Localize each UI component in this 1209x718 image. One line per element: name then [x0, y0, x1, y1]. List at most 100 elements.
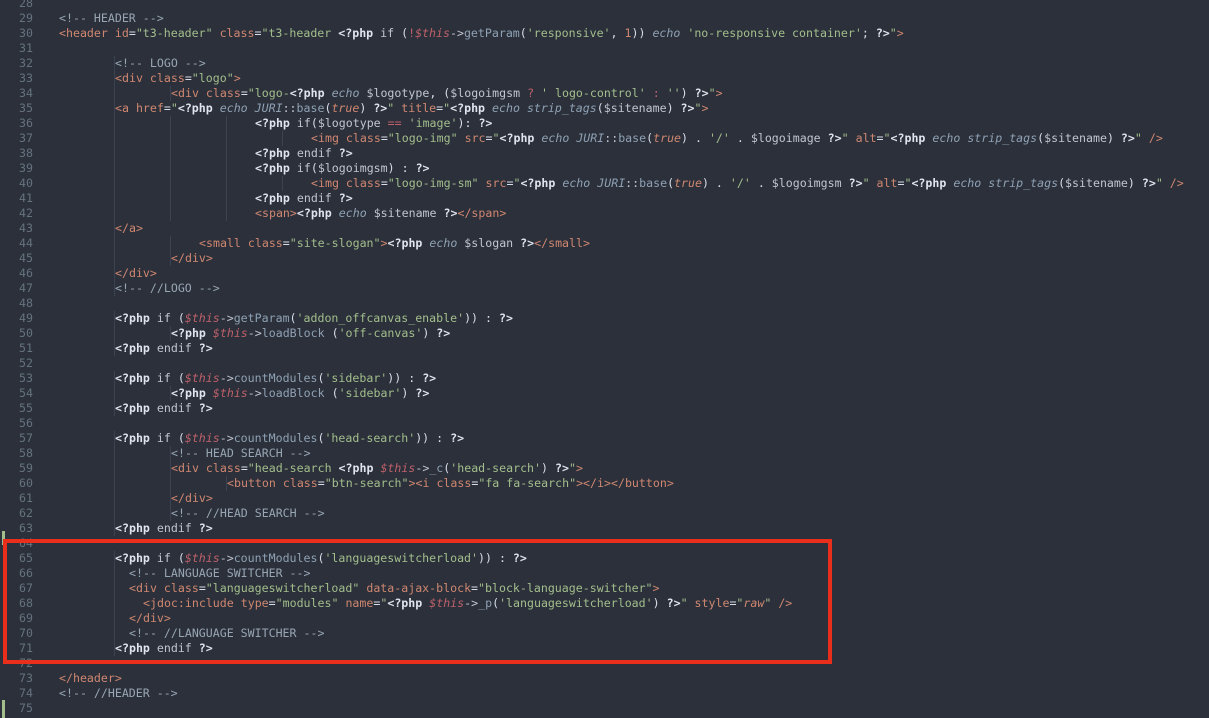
code-token: ?> [554, 461, 569, 475]
code-token: > [380, 236, 388, 250]
code-line[interactable]: 67 <div class="languageswitcherload" data… [0, 581, 1209, 596]
code-token: JURI [576, 131, 605, 145]
code-text: <?php if ($this->getParam('addon_offcanv… [115, 311, 513, 326]
code-line[interactable]: 65 <?php if ($this->countModules('languag… [0, 551, 1209, 566]
code-line[interactable]: 73 </header> [0, 671, 1209, 686]
code-line[interactable]: 54 <?php $this->loadBlock ('sidebar') ?> [0, 386, 1209, 401]
code-line[interactable]: 38 <?php endif ?> [0, 146, 1209, 161]
code-token: title [401, 101, 437, 115]
code-token: > [701, 101, 709, 115]
code-line[interactable]: 60 <button class="btn-search"><i class="f… [0, 476, 1209, 491]
code-text: </header> [59, 671, 122, 686]
line-number: 61 [19, 491, 33, 505]
code-line[interactable]: 53 <?php if ($this->countModules('sidebar… [0, 371, 1209, 386]
code-line[interactable]: 70 <!-- //LANGUAGE SWITCHER --> [0, 626, 1209, 641]
code-token: base [639, 176, 668, 190]
code-token: </a> [115, 221, 143, 235]
line-number: 60 [19, 476, 33, 490]
indent-guide [114, 71, 115, 86]
code-token: <!-- //HEADER --> [59, 686, 178, 700]
code-line[interactable]: 34 <div class="logo-<?php echo $logotype,… [0, 86, 1209, 101]
code-line[interactable]: 29 <!-- HEADER --> [0, 11, 1209, 26]
code-token: endif [156, 341, 192, 355]
code-line[interactable]: 40 <img class="logo-img-sm" src="<?php ec… [0, 176, 1209, 191]
code-line[interactable]: 63 <?php endif ?> [0, 521, 1209, 536]
code-line[interactable]: 71 <?php endif ?> [0, 641, 1209, 656]
code-token: ?> [498, 311, 513, 325]
code-token: 'no-responsive container' [687, 26, 862, 40]
code-token: </div> [171, 491, 213, 505]
code-token: ?> [450, 431, 465, 445]
code-line[interactable]: 69 </div> [0, 611, 1209, 626]
code-token: ?> [443, 206, 458, 220]
indent-guide [114, 146, 115, 161]
code-line[interactable]: 47 <!-- //LOGO --> [0, 281, 1209, 296]
code-line[interactable]: 41 <?php endif ?> [0, 191, 1209, 206]
code-line[interactable]: 72 [0, 656, 1209, 671]
code-line[interactable]: 50 <?php $this->loadBlock ('off-canvas') … [0, 326, 1209, 341]
code-line[interactable]: 57 <?php if ($this->countModules('head-se… [0, 431, 1209, 446]
indent-guide [114, 371, 115, 386]
code-token: ?> [478, 116, 493, 130]
code-line[interactable]: 39 <?php if($logoimgsm) : ?> [0, 161, 1209, 176]
code-line[interactable]: 56 [0, 416, 1209, 431]
code-line[interactable]: 46 </div> [0, 266, 1209, 281]
indent-guide [114, 626, 115, 641]
code-token: " [889, 26, 897, 40]
code-line[interactable]: 55 <?php endif ?> [0, 401, 1209, 416]
code-token: <jdoc:include [143, 596, 234, 610]
code-token: 'responsive' [526, 26, 611, 40]
code-line[interactable]: 49 <?php if ($this->getParam('addon_offca… [0, 311, 1209, 326]
code-line[interactable]: 62 <!-- //HEAD SEARCH --> [0, 506, 1209, 521]
code-token: echo [429, 236, 458, 250]
code-line[interactable]: 74 <!-- //HEADER --> [0, 686, 1209, 701]
code-token: -> [219, 311, 234, 325]
indent-guide [226, 131, 227, 146]
code-token: class [345, 176, 381, 190]
code-line[interactable]: 35 <a href="<?php echo JURI::base(true) ?… [0, 101, 1209, 116]
code-token: ) [1127, 176, 1142, 190]
code-token: $logoimgsm [317, 161, 388, 175]
code-line[interactable]: 37 <img class="logo-img" src="<?php echo … [0, 131, 1209, 146]
code-token: $logoimgsm [450, 86, 521, 100]
code-editor[interactable]: 28 29 <!-- HEADER --> 30 <header id="t3-head… [0, 0, 1209, 718]
code-token: JURI [254, 101, 283, 115]
code-token: ) : [387, 161, 416, 175]
code-token: . [729, 131, 751, 145]
code-token: getParam [463, 26, 520, 40]
code-line[interactable]: 48 [0, 296, 1209, 311]
code-line[interactable]: 31 [0, 41, 1209, 56]
code-line[interactable]: 51 <?php endif ?> [0, 341, 1209, 356]
code-line[interactable]: 28 [0, 0, 1209, 11]
code-token: echo [492, 101, 520, 115]
line-number: 63 [19, 521, 33, 535]
code-line[interactable]: 68 <jdoc:include type="modules" name="<?p… [0, 596, 1209, 611]
code-line[interactable]: 45 </div> [0, 251, 1209, 266]
code-line[interactable]: 52 [0, 356, 1209, 371]
code-token: <?php [289, 86, 325, 100]
code-line[interactable]: 61 </div> [0, 491, 1209, 506]
code-token: style [694, 596, 730, 610]
code-line[interactable]: 64 [0, 536, 1209, 551]
code-line[interactable]: 75 [0, 701, 1209, 716]
code-token: ): [457, 116, 479, 130]
code-token: :: [625, 176, 640, 190]
code-line[interactable]: 42 <span><?php echo $sitename ?></span> [0, 206, 1209, 221]
code-line[interactable]: 33 <div class="logo"> [0, 71, 1209, 86]
code-token: '' [666, 86, 681, 100]
code-token: -> [247, 326, 262, 340]
code-line[interactable]: 58 <!-- HEAD SEARCH --> [0, 446, 1209, 461]
code-token: type [240, 596, 269, 610]
code-token: ?> [415, 161, 430, 175]
code-token: <button [227, 476, 276, 490]
code-line[interactable]: 43 </a> [0, 221, 1209, 236]
code-line[interactable]: 32 <!-- LOGO --> [0, 56, 1209, 71]
code-line[interactable]: 59 <div class="head-search <?php $this->_… [0, 461, 1209, 476]
code-line[interactable]: 66 <!-- LANGUAGE SWITCHER --> [0, 566, 1209, 581]
line-number: 68 [19, 596, 33, 610]
code-line[interactable]: 36 <?php if($logotype == 'image'): ?> [0, 116, 1209, 131]
code-line[interactable]: 30 <header id="t3-header" class="t3-heade… [0, 26, 1209, 41]
code-line[interactable]: 44 <small class="site-slogan"><?php echo … [0, 236, 1209, 251]
